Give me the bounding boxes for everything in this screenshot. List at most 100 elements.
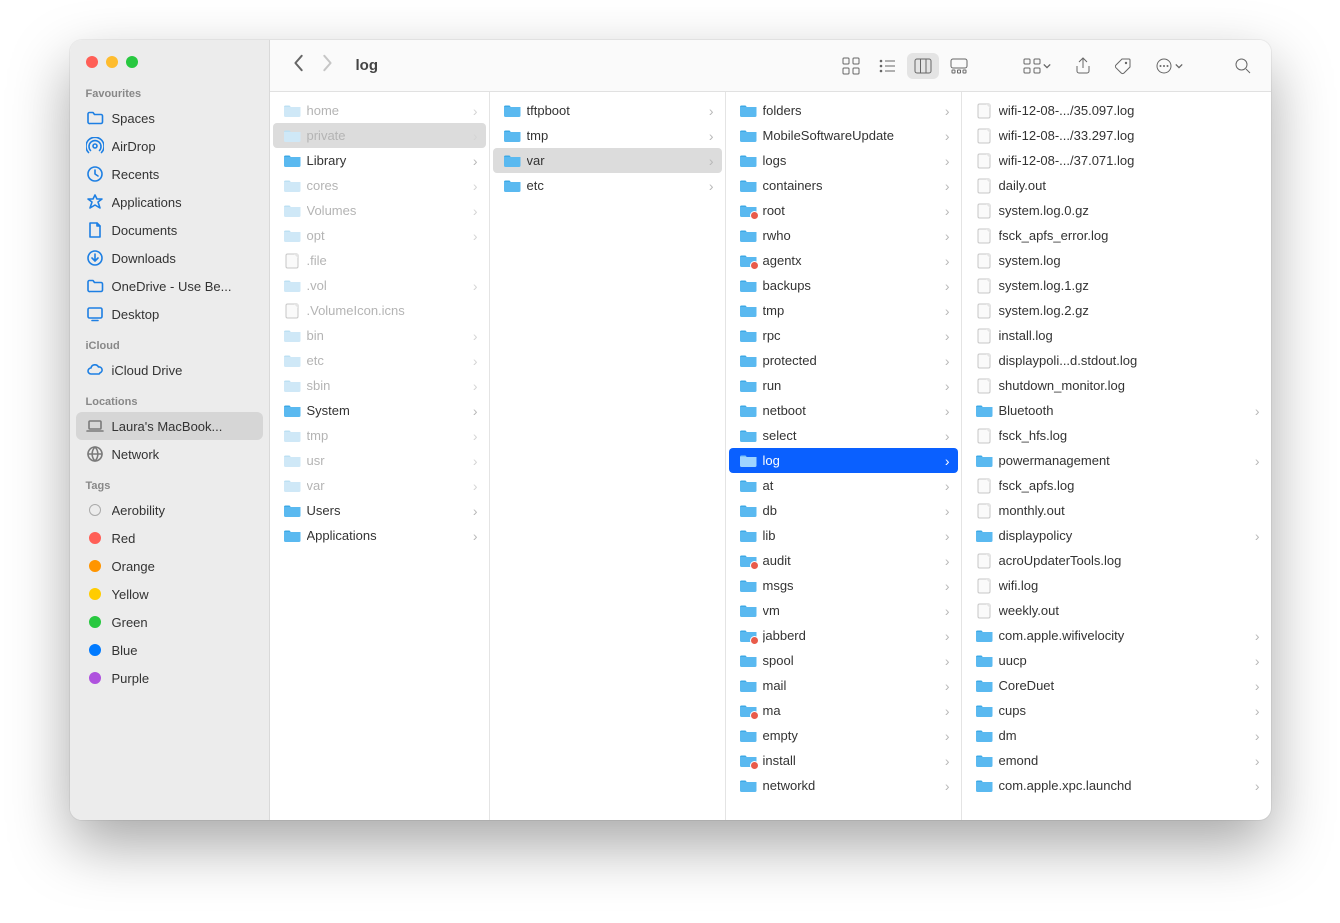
zoom-window-button[interactable] [126,56,138,68]
folder-row[interactable]: Bluetooth› [965,398,1268,423]
sidebar-item[interactable]: Spaces [76,104,263,132]
sidebar-item[interactable]: AirDrop [76,132,263,160]
folder-row[interactable]: rwho› [729,223,958,248]
sidebar-item[interactable]: OneDrive - Use Be... [76,272,263,300]
folder-row[interactable]: usr› [273,448,486,473]
share-button[interactable] [1067,53,1099,79]
file-row[interactable]: .VolumeIcon.icns [273,298,486,323]
group-by-button[interactable] [1015,53,1059,79]
folder-row[interactable]: networkd› [729,773,958,798]
sidebar-item[interactable]: Desktop [76,300,263,328]
folder-row[interactable]: Library› [273,148,486,173]
folder-row[interactable]: etc› [493,173,722,198]
folder-row[interactable]: root› [729,198,958,223]
folder-row[interactable]: run› [729,373,958,398]
sidebar-item[interactable]: Red [76,524,263,552]
tags-button[interactable] [1107,53,1139,79]
folder-row[interactable]: opt› [273,223,486,248]
sidebar-item[interactable]: Yellow [76,580,263,608]
back-button[interactable] [292,54,306,77]
sidebar-item[interactable]: Network [76,440,263,468]
gallery-view-button[interactable] [943,53,975,79]
folder-row[interactable]: vm› [729,598,958,623]
folder-row[interactable]: Users› [273,498,486,523]
folder-row[interactable]: private› [273,123,486,148]
folder-row[interactable]: at› [729,473,958,498]
file-row[interactable]: system.log.0.gz [965,198,1268,223]
folder-row[interactable]: protected› [729,348,958,373]
folder-row[interactable]: netboot› [729,398,958,423]
folder-row[interactable]: var› [493,148,722,173]
list-view-button[interactable] [871,53,903,79]
column-3[interactable]: folders›MobileSoftwareUpdate›logs›contai… [726,92,962,820]
file-row[interactable]: install.log [965,323,1268,348]
file-row[interactable]: daily.out [965,173,1268,198]
icon-view-button[interactable] [835,53,867,79]
folder-row[interactable]: CoreDuet› [965,673,1268,698]
file-row[interactable]: displaypoli...d.stdout.log [965,348,1268,373]
folder-row[interactable]: jabberd› [729,623,958,648]
file-row[interactable]: wifi-12-08-.../33.297.log [965,123,1268,148]
column-view-button[interactable] [907,53,939,79]
folder-row[interactable]: Applications› [273,523,486,548]
folder-row[interactable]: log› [729,448,958,473]
actions-button[interactable] [1147,53,1191,79]
folder-row[interactable]: bin› [273,323,486,348]
folder-row[interactable]: powermanagement› [965,448,1268,473]
search-button[interactable] [1227,53,1259,79]
folder-row[interactable]: empty› [729,723,958,748]
sidebar-item[interactable]: Purple [76,664,263,692]
file-row[interactable]: wifi-12-08-.../37.071.log [965,148,1268,173]
folder-row[interactable]: db› [729,498,958,523]
folder-row[interactable]: audit› [729,548,958,573]
sidebar-item[interactable]: Orange [76,552,263,580]
folder-row[interactable]: Volumes› [273,198,486,223]
sidebar-item[interactable]: iCloud Drive [76,356,263,384]
sidebar-item[interactable]: Recents [76,160,263,188]
folder-row[interactable]: rpc› [729,323,958,348]
folder-row[interactable]: tmp› [729,298,958,323]
close-window-button[interactable] [86,56,98,68]
folder-row[interactable]: displaypolicy› [965,523,1268,548]
file-row[interactable]: wifi-12-08-.../35.097.log [965,98,1268,123]
sidebar-item[interactable]: Downloads [76,244,263,272]
file-row[interactable]: fsck_apfs.log [965,473,1268,498]
sidebar-item[interactable]: Blue [76,636,263,664]
forward-button[interactable] [320,54,334,77]
folder-row[interactable]: logs› [729,148,958,173]
file-row[interactable]: fsck_hfs.log [965,423,1268,448]
file-row[interactable]: system.log [965,248,1268,273]
folder-row[interactable]: backups› [729,273,958,298]
file-row[interactable]: shutdown_monitor.log [965,373,1268,398]
folder-row[interactable]: com.apple.wifivelocity› [965,623,1268,648]
folder-row[interactable]: sbin› [273,373,486,398]
folder-row[interactable]: etc› [273,348,486,373]
folder-row[interactable]: ma› [729,698,958,723]
file-row[interactable]: fsck_apfs_error.log [965,223,1268,248]
file-row[interactable]: monthly.out [965,498,1268,523]
folder-row[interactable]: home› [273,98,486,123]
folder-row[interactable]: install› [729,748,958,773]
file-row[interactable]: weekly.out [965,598,1268,623]
folder-row[interactable]: mail› [729,673,958,698]
folder-row[interactable]: tmp› [493,123,722,148]
folder-row[interactable]: MobileSoftwareUpdate› [729,123,958,148]
sidebar-item[interactable]: Laura's MacBook... [76,412,263,440]
folder-row[interactable]: select› [729,423,958,448]
folder-row[interactable]: spool› [729,648,958,673]
folder-row[interactable]: msgs› [729,573,958,598]
sidebar-item[interactable]: Documents [76,216,263,244]
folder-row[interactable]: System› [273,398,486,423]
file-row[interactable]: .file [273,248,486,273]
file-row[interactable]: system.log.1.gz [965,273,1268,298]
folder-row[interactable]: containers› [729,173,958,198]
folder-row[interactable]: com.apple.xpc.launchd› [965,773,1268,798]
sidebar-item[interactable]: Aerobility [76,496,263,524]
folder-row[interactable]: var› [273,473,486,498]
folder-row[interactable]: agentx› [729,248,958,273]
sidebar-item[interactable]: Green [76,608,263,636]
folder-row[interactable]: cores› [273,173,486,198]
sidebar-item[interactable]: Applications [76,188,263,216]
file-row[interactable]: wifi.log [965,573,1268,598]
column-4[interactable]: wifi-12-08-.../35.097.logwifi-12-08-.../… [962,92,1271,820]
